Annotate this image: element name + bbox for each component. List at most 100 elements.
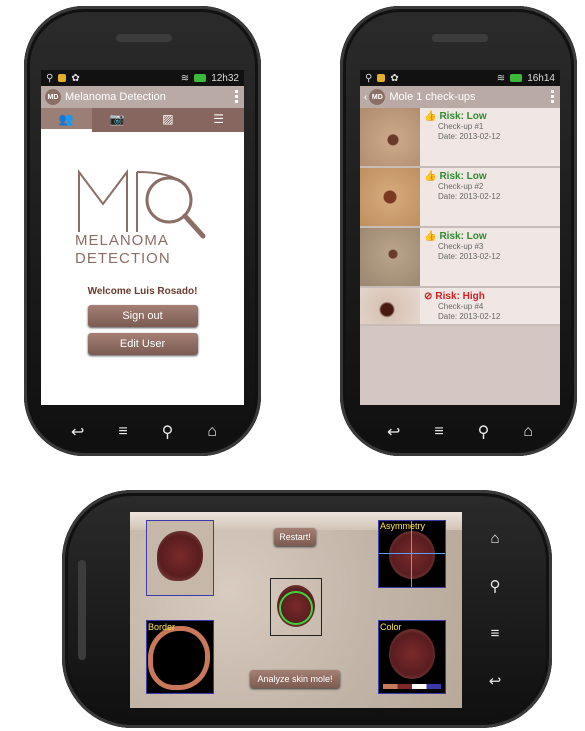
- menu-icon[interactable]: ≡: [491, 625, 500, 642]
- logo-line-1: MELANOMA: [75, 232, 169, 249]
- home-icon[interactable]: ⌂: [490, 530, 499, 547]
- selection-ring: [279, 591, 313, 625]
- android-icon: ✿: [71, 72, 80, 84]
- status-time: 16h14: [527, 72, 555, 84]
- action-bar: ‹ MD Mole 1 check-ups: [360, 86, 560, 108]
- tab-gallery[interactable]: ▨: [143, 108, 194, 132]
- usb-icon: ⚲: [365, 72, 373, 84]
- risk-label: Risk: Low: [439, 111, 487, 122]
- earpiece: [116, 34, 172, 42]
- mole-thumbnail: [360, 228, 420, 286]
- app-logo-icon[interactable]: MD: [369, 89, 386, 105]
- asymmetry-label: Asymmetry: [380, 521, 425, 531]
- phone-2-screen: ⚲ ✿ ≋ 16h14 ‹ MD Mole 1 check-ups 👍 Risk: L…: [360, 70, 560, 405]
- checkup-date: Date: 2013-02-12: [438, 312, 501, 321]
- checkup-number: Check-up #3: [438, 242, 484, 251]
- tab-camera[interactable]: 📷: [92, 108, 143, 132]
- users-icon: 👥: [58, 111, 74, 126]
- screen-title: Mole 1 check-ups: [389, 91, 476, 103]
- back-icon[interactable]: ↩: [489, 672, 502, 690]
- earpiece: [432, 34, 488, 42]
- status-time: 12h32: [211, 72, 239, 84]
- overflow-menu-icon[interactable]: [235, 90, 238, 103]
- tab-user[interactable]: 👥: [41, 108, 92, 132]
- wifi-icon: ≋: [496, 72, 506, 84]
- risk-label: Risk: Low: [439, 231, 487, 242]
- thumb-up-icon: 👍: [424, 171, 437, 182]
- checkup-row[interactable]: ⊘ Risk: High Check-up #4 Date: 2013-02-12: [360, 288, 560, 326]
- checkup-row[interactable]: 👍 Risk: Low Check-up #2 Date: 2013-02-12: [360, 168, 560, 228]
- alert-icon: ⊘: [424, 291, 433, 302]
- gallery-icon: ▨: [162, 111, 174, 126]
- home-icon[interactable]: ⌂: [207, 423, 217, 441]
- mole-color: [389, 629, 435, 679]
- mole-original-box[interactable]: [146, 520, 214, 596]
- list-icon: ☰: [213, 111, 224, 126]
- back-icon[interactable]: ↩: [387, 422, 400, 442]
- checkup-row[interactable]: 👍 Risk: Low Check-up #3 Date: 2013-02-12: [360, 228, 560, 288]
- overflow-menu-icon[interactable]: [551, 90, 554, 103]
- action-bar: MD Melanoma Detection: [41, 86, 244, 108]
- mole-thumbnail: [360, 288, 420, 324]
- battery-icon: [194, 74, 207, 82]
- mole-thumbnail: [360, 168, 420, 226]
- landscape-nav-keys: ⌂ ⚲ ≡ ↩: [480, 530, 510, 690]
- mole-asymmetry: [389, 531, 435, 579]
- checkup-date: Date: 2013-02-12: [438, 132, 501, 141]
- search-icon[interactable]: ⚲: [162, 422, 174, 442]
- checkup-date: Date: 2013-02-12: [438, 192, 501, 201]
- home-icon[interactable]: ⌂: [523, 423, 533, 441]
- earpiece: [78, 560, 86, 660]
- checkup-number: Check-up #1: [438, 122, 484, 131]
- android-icon: ✿: [390, 72, 399, 84]
- axis-horizontal: [379, 553, 445, 554]
- checkup-list: 👍 Risk: Low Check-up #1 Date: 2013-02-12 …: [360, 108, 560, 326]
- restart-button[interactable]: Restart!: [274, 528, 316, 546]
- thumb-up-icon: 👍: [424, 111, 437, 122]
- checkup-row[interactable]: 👍 Risk: Low Check-up #1 Date: 2013-02-12: [360, 108, 560, 168]
- border-label: Border: [148, 622, 176, 632]
- thumb-up-icon: 👍: [424, 231, 437, 242]
- nav-keys: ↩ ≡ ⚲ ⌂: [370, 420, 550, 444]
- wifi-icon: ≋: [180, 72, 190, 84]
- risk-label: Risk: Low: [439, 171, 487, 182]
- search-icon[interactable]: ⚲: [490, 577, 501, 595]
- camera-icon: 📷: [109, 111, 125, 126]
- mole-border: [153, 631, 205, 685]
- tab-bar: 👥 📷 ▨ ☰: [41, 108, 244, 132]
- color-label: Color: [380, 622, 402, 632]
- phone-1: ⚲ ✿ ≋ 12h32 MD Melanoma Detection 👥 📷 ▨ ☰ …: [24, 6, 261, 456]
- status-bar: ⚲ ✿ ≋ 12h32: [41, 70, 244, 86]
- menu-icon[interactable]: ≡: [118, 423, 127, 441]
- logo-line-2: DETECTION: [75, 250, 171, 267]
- mole-selection-box[interactable]: [270, 578, 322, 636]
- menu-icon[interactable]: ≡: [434, 423, 443, 441]
- edit-user-button[interactable]: Edit User: [87, 333, 198, 355]
- checkup-number: Check-up #2: [438, 182, 484, 191]
- tab-list[interactable]: ☰: [193, 108, 244, 132]
- mole-thumbnail: [360, 108, 420, 166]
- logo-area: MELANOMA DETECTION: [41, 132, 244, 272]
- risk-label: Risk: High: [435, 291, 485, 302]
- checkup-number: Check-up #4: [438, 302, 484, 311]
- app-logo-icon[interactable]: MD: [45, 89, 61, 105]
- usb-icon: ⚲: [46, 72, 54, 84]
- notification-icon: [377, 74, 386, 82]
- nav-keys: ↩ ≡ ⚲ ⌂: [54, 420, 234, 444]
- phone-3-screen: Asymmetry Restart! Border Color Analyze …: [130, 512, 462, 708]
- phone-1-screen: ⚲ ✿ ≋ 12h32 MD Melanoma Detection 👥 📷 ▨ ☰ …: [41, 70, 244, 405]
- status-bar: ⚲ ✿ ≋ 16h14: [360, 70, 560, 86]
- color-scale: [383, 684, 441, 689]
- app-title: Melanoma Detection: [65, 91, 166, 103]
- notification-icon: [58, 74, 67, 82]
- battery-icon: [510, 74, 523, 82]
- checkup-date: Date: 2013-02-12: [438, 252, 501, 261]
- phone-2: ⚲ ✿ ≋ 16h14 ‹ MD Mole 1 check-ups 👍 Risk: L…: [340, 6, 577, 456]
- analyze-button[interactable]: Analyze skin mole!: [250, 670, 340, 688]
- search-icon[interactable]: ⚲: [478, 422, 490, 442]
- back-caret-icon[interactable]: ‹: [364, 92, 367, 103]
- back-icon[interactable]: ↩: [71, 422, 84, 442]
- sign-out-button[interactable]: Sign out: [87, 305, 198, 327]
- mole-original: [157, 531, 203, 581]
- welcome-text: Welcome Luis Rosado!: [87, 286, 198, 297]
